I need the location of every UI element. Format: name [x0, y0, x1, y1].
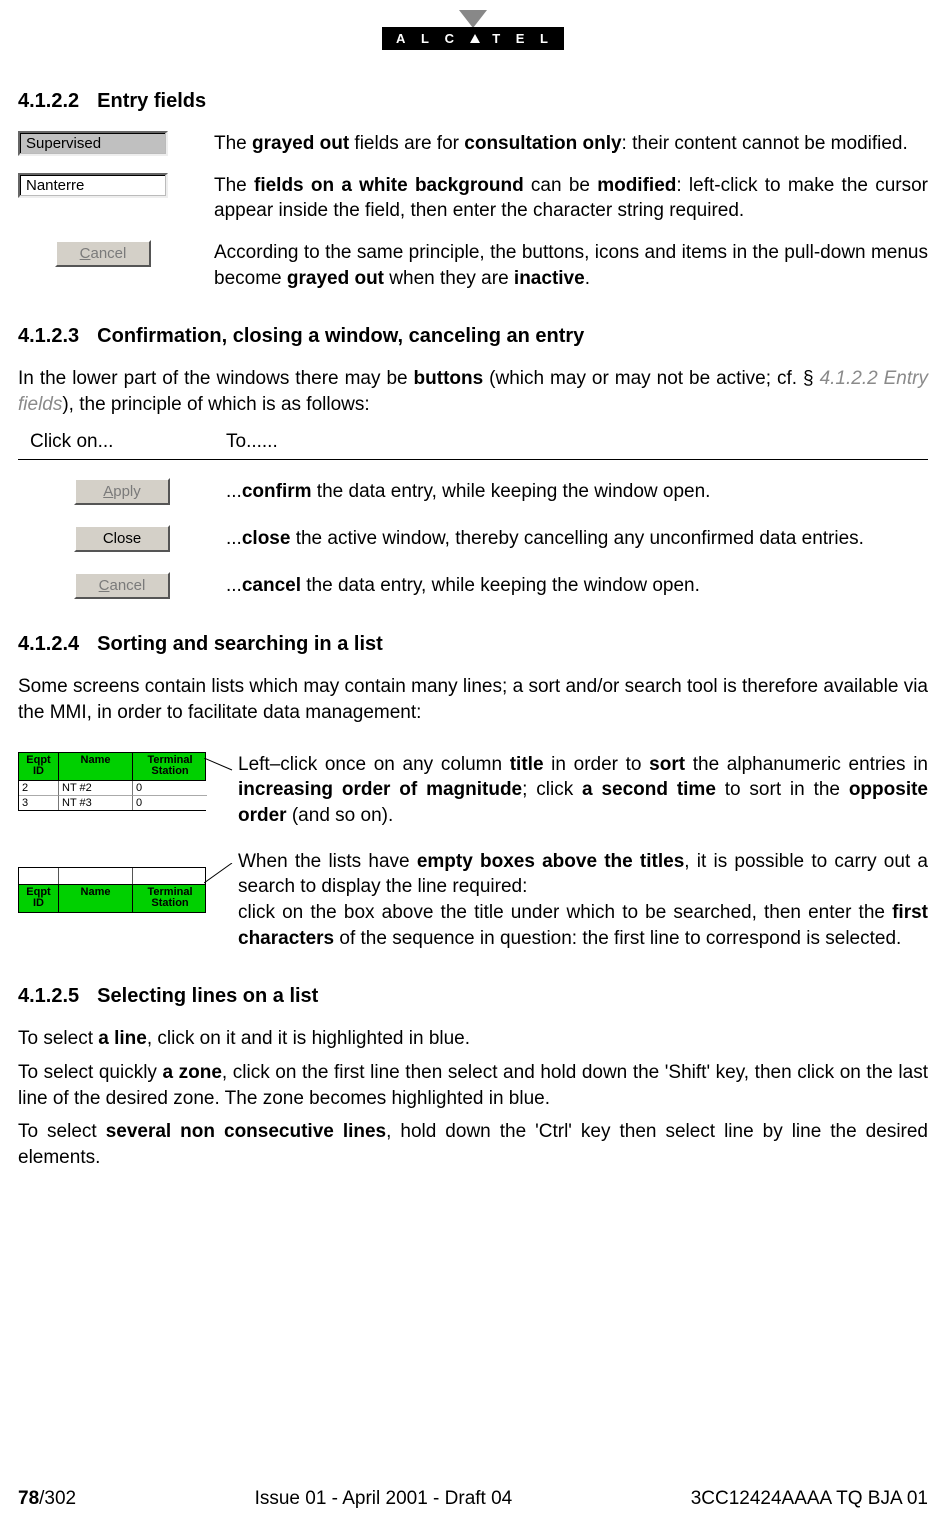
grayed-description: The grayed out fields are for consultati…	[214, 131, 928, 157]
column-name[interactable]: Name	[59, 885, 133, 912]
section-4123-intro: In the lower part of the windows there m…	[18, 366, 928, 417]
apply-description: ...confirm the data entry, while keeping…	[226, 481, 928, 503]
list-header[interactable]: Eqpt ID Name Terminal Station	[18, 885, 206, 913]
click-table-header: Click on... To......	[18, 431, 928, 459]
section-title: Entry fields	[97, 90, 206, 112]
white-input-example[interactable]: Nanterre	[18, 173, 168, 198]
page-number: 78/302	[18, 1488, 76, 1510]
list-header[interactable]: Eqpt ID Name Terminal Station	[18, 752, 206, 781]
table-row[interactable]: 3 NT #3 0	[19, 796, 205, 810]
close-description: ...close the active window, thereby canc…	[226, 528, 928, 550]
indicator-line-icon	[204, 758, 234, 778]
section-title: Confirmation, closing a window, cancelin…	[97, 325, 584, 347]
column-name[interactable]: Name	[59, 753, 133, 780]
section-number: 4.1.2.2	[18, 90, 79, 112]
section-number: 4.1.2.4	[18, 633, 79, 655]
list-body: 2 NT #2 0 3 NT #3 0	[18, 781, 206, 811]
grayed-input-example: Supervised	[18, 131, 168, 156]
alcatel-logo: A L C T E L	[18, 10, 928, 50]
inactive-description: According to the same principle, the but…	[214, 240, 928, 291]
section-4124-intro: Some screens contain lists which may con…	[18, 674, 928, 725]
section-4124-heading: 4.1.2.4 Sorting and searching in a list	[18, 633, 928, 656]
section-number: 4.1.2.3	[18, 325, 79, 347]
section-4123-heading: 4.1.2.3 Confirmation, closing a window, c…	[18, 325, 928, 348]
section-4122-heading: 4.1.2.2 Entry fields	[18, 90, 928, 113]
page-footer: 78/302 Issue 01 - April 2001 - Draft 04 …	[18, 1488, 928, 1510]
footer-issue: Issue 01 - April 2001 - Draft 04	[255, 1488, 513, 1510]
column-eqpt-id[interactable]: Eqpt ID	[19, 885, 59, 912]
footer-docid: 3CC12424AAAA TQ BJA 01	[691, 1488, 928, 1510]
select-line-text: To select a line, click on it and it is …	[18, 1026, 928, 1052]
column-terminal-station[interactable]: Terminal Station	[133, 885, 207, 912]
indicator-line-icon	[204, 863, 234, 887]
column-to: To......	[226, 431, 928, 453]
cancel-description: ...cancel the data entry, while keeping …	[226, 575, 928, 597]
sort-description: Left–click once on any column title in o…	[238, 752, 928, 829]
search-boxes[interactable]	[18, 867, 206, 885]
select-zone-text: To select quickly a zone, click on the f…	[18, 1060, 928, 1111]
white-description: The fields on a white background can be …	[214, 173, 928, 224]
search-description: When the lists have empty boxes above th…	[238, 849, 928, 952]
column-click-on: Click on...	[30, 431, 226, 453]
section-number: 4.1.2.5	[18, 985, 79, 1007]
apply-button[interactable]: Apply	[74, 478, 170, 505]
close-button[interactable]: Close	[74, 525, 170, 552]
section-title: Sorting and searching in a list	[97, 633, 383, 655]
column-terminal-station[interactable]: Terminal Station	[133, 753, 207, 780]
section-title: Selecting lines on a list	[97, 985, 318, 1007]
section-4125-heading: 4.1.2.5 Selecting lines on a list	[18, 985, 928, 1008]
cancel-button-example: Cancel	[55, 240, 151, 267]
select-multi-text: To select several non consecutive lines,…	[18, 1119, 928, 1170]
cancel-button[interactable]: Cancel	[74, 572, 170, 599]
column-eqpt-id[interactable]: Eqpt ID	[19, 753, 59, 780]
table-row[interactable]: 2 NT #2 0	[19, 781, 205, 796]
